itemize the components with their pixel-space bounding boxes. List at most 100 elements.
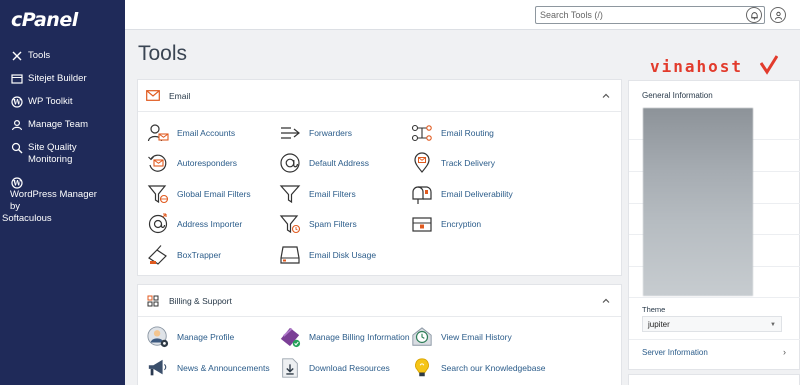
sidebar-item-label: Tools [28, 50, 51, 61]
divider [629, 297, 800, 298]
mailbox-icon [411, 183, 433, 205]
sidebar-item-label: Site Quality Monitoring [28, 142, 77, 165]
billing-panel-title: Billing & Support [169, 295, 232, 306]
sidebar-item-label-extra: Softaculous [2, 213, 52, 224]
svg-text:W: W [12, 98, 21, 107]
tool-view-email-history[interactable]: View Email History [411, 326, 512, 348]
sidebar-item-tools[interactable]: Tools [0, 47, 125, 65]
sidebar-item-wp-toolkit[interactable]: W WP Toolkit [0, 93, 125, 111]
cpanel-logo[interactable]: cPanel [11, 9, 78, 31]
encryption-icon [411, 213, 433, 235]
sidebar-item-site-quality[interactable]: Site Quality Monitoring [0, 139, 125, 169]
tool-global-email-filters[interactable]: Global Email Filters [147, 183, 251, 205]
sidebar-item-label: Sitejet Builder [28, 73, 87, 84]
sidebar-item-wordpress-manager[interactable]: W WordPress Manager by Softaculous [0, 174, 125, 228]
chevron-up-icon[interactable] [601, 91, 611, 101]
tool-label: BoxTrapper [177, 250, 222, 260]
tool-manage-profile[interactable]: Manage Profile [147, 326, 234, 348]
billing-card-icon [279, 326, 301, 348]
wordpress-icon: W [10, 96, 23, 108]
tool-label: News & Announcements [177, 363, 270, 373]
redacted-info-image [643, 108, 753, 296]
spam-filter-icon [279, 213, 301, 235]
lightbulb-icon [411, 357, 433, 379]
tool-label: Manage Billing Information [309, 332, 410, 342]
boxtrapper-icon [147, 244, 169, 266]
tool-email-accounts[interactable]: Email Accounts [147, 122, 235, 144]
tool-news-announcements[interactable]: News & Announcements [147, 357, 270, 379]
divider [629, 339, 800, 340]
tool-label: Forwarders [309, 128, 352, 138]
tool-label: Manage Profile [177, 332, 235, 342]
billing-panel-header[interactable]: Billing & Support [138, 285, 621, 317]
tool-label: Encryption [441, 219, 482, 229]
search-box[interactable] [535, 6, 765, 24]
location-pin-icon [411, 152, 433, 174]
email-panel-header[interactable]: Email [138, 80, 621, 112]
topbar [125, 0, 800, 30]
tool-address-importer[interactable]: Address Importer [147, 213, 242, 235]
tool-label: Search our Knowledgebase [441, 363, 546, 373]
tool-boxtrapper[interactable]: BoxTrapper [147, 244, 221, 266]
tool-email-filters[interactable]: Email Filters [279, 183, 356, 205]
forwarders-icon [279, 122, 301, 144]
notifications-button[interactable] [746, 7, 762, 23]
server-information-link[interactable]: Server Information [642, 348, 708, 357]
tool-label: Email Routing [441, 128, 494, 138]
autoresponders-icon [147, 152, 169, 174]
general-information-title: General Information [642, 91, 713, 100]
user-icon [774, 11, 782, 20]
at-sign-icon [279, 152, 301, 174]
tool-search-knowledgebase[interactable]: Search our Knowledgebase [411, 357, 545, 379]
megaphone-icon [147, 357, 169, 379]
user-menu-button[interactable] [770, 7, 786, 23]
page-title: Tools [138, 42, 188, 65]
tool-label: Email Accounts [177, 128, 236, 138]
sidebar-nav: Tools Sitejet Builder W WP Toolkit Manag… [0, 47, 125, 233]
team-icon [10, 119, 23, 131]
tool-email-routing[interactable]: Email Routing [411, 122, 494, 144]
tool-email-disk-usage[interactable]: Email Disk Usage [279, 244, 376, 266]
general-information-panel: General Information Theme jupiter ▼ Serv… [628, 80, 800, 370]
address-importer-icon [147, 213, 169, 235]
sitejet-icon [10, 73, 23, 85]
tool-encryption[interactable]: Encryption [411, 213, 481, 235]
tool-manage-billing[interactable]: Manage Billing Information [279, 326, 410, 348]
tool-download-resources[interactable]: Download Resources [279, 357, 390, 379]
billing-panel: Billing & Support Manage Profile Manage … [137, 284, 622, 385]
tool-label: Download Resources [309, 363, 390, 373]
sidebar-item-label: Manage Team [28, 119, 89, 130]
sidebar-item-sitejet[interactable]: Sitejet Builder [0, 70, 125, 88]
sidebar-item-label: WordPress Manager by [10, 189, 97, 212]
sidebar-item-manage-team[interactable]: Manage Team [0, 116, 125, 134]
chevron-up-icon[interactable] [601, 296, 611, 306]
tool-label: Spam Filters [309, 219, 357, 229]
tools-icon [10, 50, 23, 62]
email-history-icon [411, 326, 433, 348]
email-panel-title: Email [169, 90, 191, 101]
theme-label: Theme [642, 305, 666, 314]
search-input[interactable] [536, 10, 736, 20]
chevron-right-icon[interactable]: › [783, 347, 786, 357]
grid-icon [146, 295, 160, 307]
sidebar-item-label: WP Toolkit [28, 96, 73, 107]
email-accounts-icon [147, 122, 169, 144]
tool-autoresponders[interactable]: Autoresponders [147, 152, 237, 174]
tool-label: View Email History [441, 332, 512, 342]
tool-forwarders[interactable]: Forwarders [279, 122, 352, 144]
tool-label: Email Deliverability [441, 189, 513, 199]
vinahost-watermark: vinahost [650, 57, 744, 76]
tool-default-address[interactable]: Default Address [279, 152, 369, 174]
tool-track-delivery[interactable]: Track Delivery [411, 152, 495, 174]
tool-label: Default Address [309, 158, 370, 168]
svg-text:W: W [12, 179, 21, 188]
global-filter-icon [147, 183, 169, 205]
tool-email-deliverability[interactable]: Email Deliverability [411, 183, 513, 205]
wordpress-icon: W [10, 177, 23, 189]
tool-spam-filters[interactable]: Spam Filters [279, 213, 357, 235]
tool-label: Track Delivery [441, 158, 495, 168]
tool-label: Address Importer [177, 219, 243, 229]
sidebar: cPanel Tools Sitejet Builder W WP Toolki… [0, 0, 125, 385]
tool-label: Global Email Filters [177, 189, 251, 199]
theme-select[interactable]: jupiter ▼ [642, 316, 782, 332]
